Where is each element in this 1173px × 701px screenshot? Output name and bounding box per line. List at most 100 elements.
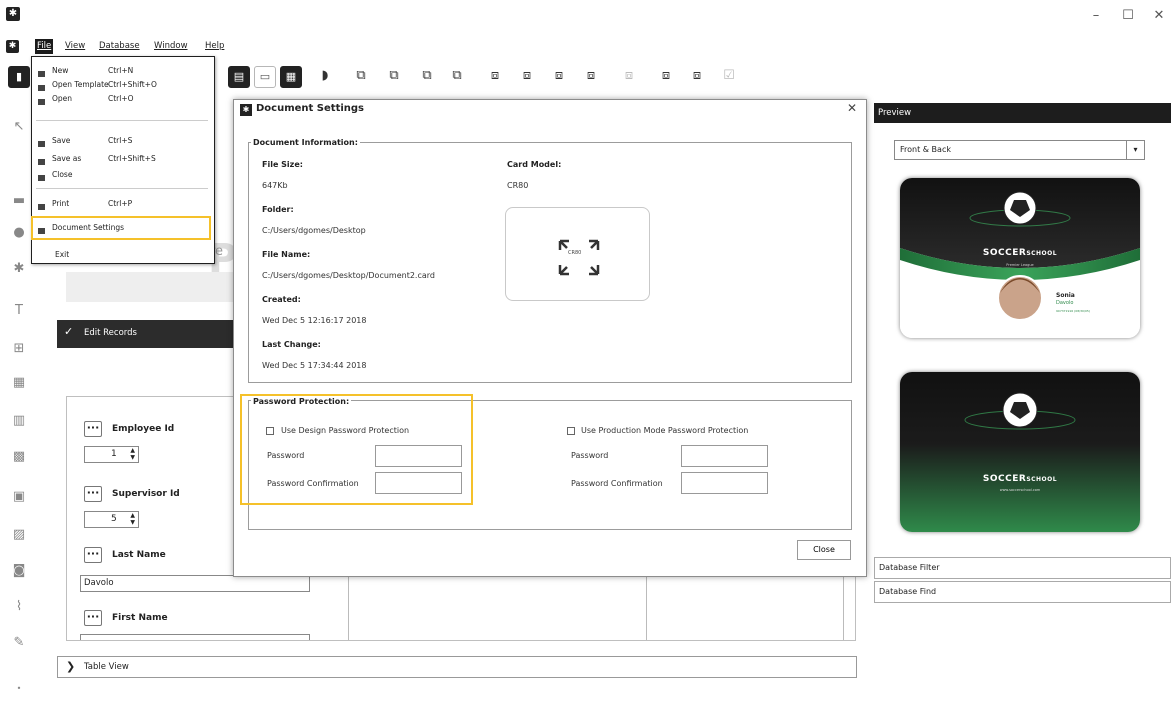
database-find-panel[interactable]: Database Find: [874, 581, 1171, 603]
employee-id-stepper[interactable]: 1 ▲ ▼: [84, 446, 139, 463]
file-size-label: File Size:: [262, 160, 303, 169]
preview-header: Preview: [874, 103, 1171, 123]
toolbar-barcode-icon[interactable]: ▤: [228, 66, 250, 88]
close-window-button[interactable]: ✕: [1148, 6, 1170, 26]
text-tool-icon[interactable]: T: [10, 302, 28, 320]
employee-id-label: Employee Id: [112, 424, 175, 434]
shape-tool-icon[interactable]: ✱: [10, 260, 28, 278]
open-icon: [38, 99, 45, 105]
card-front-art: [900, 178, 1140, 338]
employee-id-value: 1: [111, 449, 117, 459]
menu-shortcut: Ctrl+P: [108, 199, 133, 208]
divider: [348, 576, 349, 640]
toolbar-new-icon[interactable]: ▮: [8, 66, 30, 88]
toolbar-arrange-icon[interactable]: ⧈: [516, 66, 538, 88]
menu-file[interactable]: File: [35, 39, 54, 54]
toolbar-align-icon[interactable]: ⧉: [416, 66, 438, 88]
production-password-checkbox[interactable]: [567, 427, 575, 435]
toolbar-align-icon[interactable]: ⧉: [383, 66, 405, 88]
calendar-tool-icon[interactable]: ▦: [10, 374, 28, 392]
menu-help[interactable]: Help: [203, 39, 226, 54]
table-view-bar[interactable]: [57, 656, 857, 678]
picture-tool-icon[interactable]: ▨: [10, 526, 28, 544]
card-front-title: SOCCERSCHOOL: [900, 248, 1140, 258]
card-title-main: SOCCER: [982, 248, 1027, 258]
chevron-down-icon[interactable]: ▾: [1126, 141, 1144, 159]
menu-shortcut: Ctrl+O: [108, 94, 134, 103]
database-filter-panel[interactable]: Database Filter: [874, 557, 1171, 579]
dialog-close-icon[interactable]: ✕: [847, 101, 857, 115]
menu-item-print[interactable]: Print: [52, 197, 69, 210]
toolbar-remove-icon[interactable]: ⧈: [686, 66, 708, 88]
toolbar-arrange-icon[interactable]: ⧈: [580, 66, 602, 88]
last-name-more-button[interactable]: ···: [84, 547, 102, 563]
stepper-arrows-icon[interactable]: ▲ ▼: [130, 447, 135, 461]
menu-separator: [36, 120, 208, 121]
camera-tool-icon[interactable]: ◙: [10, 562, 28, 580]
open-template-icon: [38, 85, 45, 91]
menu-item-new[interactable]: New: [52, 64, 68, 77]
menu-item-save[interactable]: Save: [52, 134, 70, 147]
card-model-icon-text: CR80: [568, 250, 582, 256]
card-back-art: [900, 372, 1140, 532]
minimize-button[interactable]: –: [1085, 6, 1107, 26]
toolbar-magstripe-icon[interactable]: ▭: [254, 66, 276, 88]
chevron-right-icon[interactable]: ❯: [66, 660, 75, 673]
menu-shortcut: Ctrl+N: [108, 66, 134, 75]
supervisor-id-more-button[interactable]: ···: [84, 486, 102, 502]
card-person-code: 907371916 (08/30/05): [1056, 309, 1090, 313]
card-model-label: Card Model:: [507, 160, 562, 169]
stepper-arrows-icon[interactable]: ▲ ▼: [130, 512, 135, 526]
image-tool-icon[interactable]: ▣: [10, 488, 28, 506]
menu-item-open[interactable]: Open: [52, 92, 72, 105]
file-name-value: C:/Users/dgomes/Desktop/Document2.card: [262, 271, 435, 280]
menu-view[interactable]: View: [63, 39, 87, 54]
menu-item-exit[interactable]: Exit: [55, 248, 69, 261]
divider: [646, 576, 647, 640]
menu-database[interactable]: Database: [97, 39, 142, 54]
toolbar-align-icon[interactable]: ⧉: [350, 66, 372, 88]
select-tool-icon[interactable]: ↖: [10, 118, 28, 136]
first-name-more-button[interactable]: ···: [84, 610, 102, 626]
more-tools-icon[interactable]: •: [10, 680, 28, 698]
signature-tool-icon[interactable]: ⌇: [10, 598, 28, 616]
supervisor-id-stepper[interactable]: 5 ▲ ▼: [84, 511, 139, 528]
menu-item-close[interactable]: Close: [52, 168, 72, 181]
circle-tool-icon[interactable]: ●: [10, 224, 28, 242]
last-name-field[interactable]: Davolo: [80, 575, 310, 592]
production-password-input[interactable]: [681, 445, 768, 467]
card-model-value: CR80: [507, 181, 529, 190]
save-icon: [38, 141, 45, 147]
rectangle-tool-icon[interactable]: ▬: [10, 192, 28, 210]
card-person-surname: Davolo: [1056, 300, 1074, 306]
menu-window[interactable]: Window: [152, 39, 190, 54]
first-name-field[interactable]: [80, 634, 310, 640]
toolbar-check-icon[interactable]: ☑: [718, 66, 740, 88]
maximize-button[interactable]: ☐: [1117, 6, 1139, 26]
production-password-confirm-input[interactable]: [681, 472, 768, 494]
menu-shortcut: Ctrl+Shift+O: [108, 80, 157, 89]
toolbar-add-icon[interactable]: ⧈: [655, 66, 677, 88]
edit-tool-icon[interactable]: ✎: [10, 634, 28, 652]
toolbar-arrange-icon[interactable]: ⧈: [548, 66, 570, 88]
field-tool-icon[interactable]: ⊞: [10, 340, 28, 358]
document-information-legend: Document Information:: [251, 138, 360, 147]
toolbar-group-icon[interactable]: ⧈: [618, 66, 640, 88]
close-button[interactable]: Close: [797, 540, 851, 560]
barcode-tool-icon[interactable]: ▥: [10, 412, 28, 430]
card-front-subtitle: Premier League: [1006, 263, 1034, 267]
menu-item-open-template[interactable]: Open Template: [52, 78, 109, 91]
scrollbar[interactable]: [843, 576, 855, 640]
save-as-icon: [38, 159, 45, 165]
supervisor-id-label: Supervisor Id: [112, 489, 180, 499]
toolbar-card-icon[interactable]: ▦: [280, 66, 302, 88]
qrcode-tool-icon[interactable]: ▩: [10, 448, 28, 466]
toolbar-align-icon[interactable]: ⧉: [446, 66, 468, 88]
chevron-down-icon[interactable]: ✓: [64, 325, 73, 338]
preview-side-select[interactable]: Front & Back: [894, 140, 1145, 160]
toolbar-arrange-icon[interactable]: ⧈: [484, 66, 506, 88]
dialog-logo-icon: ✱: [240, 104, 252, 116]
menu-item-save-as[interactable]: Save as: [52, 152, 81, 165]
employee-id-more-button[interactable]: ···: [84, 421, 102, 437]
toolbar-contactless-icon[interactable]: ◗: [314, 66, 336, 88]
